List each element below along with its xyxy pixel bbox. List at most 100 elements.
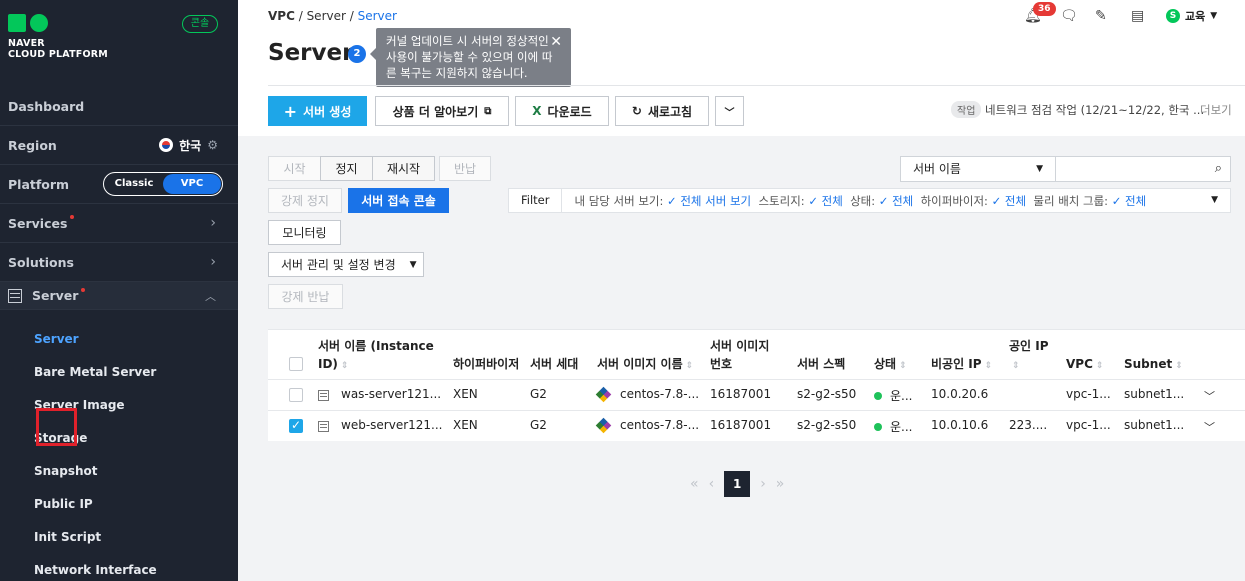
download-button[interactable]: X 다운로드	[515, 96, 609, 126]
monitoring-button[interactable]: 모니터링	[268, 220, 341, 245]
header-server-name-line2: ID)	[318, 357, 338, 371]
row-checkbox[interactable]	[289, 388, 303, 402]
cell-hypervisor: XEN	[453, 418, 478, 432]
korea-flag-icon	[159, 138, 174, 152]
more-link[interactable]: 더보기	[1200, 102, 1232, 118]
logo-line1: NAVER	[8, 38, 45, 49]
filter-bar[interactable]: Filter 내 담당 서버 보기: ✓ 전체 서버 보기 스토리지: ✓ 전체…	[508, 188, 1231, 213]
header-public-ip-label: 공인 IP	[1009, 339, 1049, 353]
header-server-name[interactable]: 서버 이름 (Instance ID) ⇕	[318, 337, 434, 375]
submenu-public-ip[interactable]: Public IP	[34, 497, 93, 511]
cell-subnet: subnet1...	[1124, 387, 1185, 401]
header-private-ip[interactable]: 비공인 IP ⇕	[931, 355, 992, 375]
chevron-down-icon[interactable]: ﹀	[1204, 419, 1215, 435]
force-return-button[interactable]: 강제 반납	[268, 284, 343, 309]
nav-dashboard[interactable]: Dashboard	[0, 87, 238, 126]
header-generation[interactable]: 서버 세대	[530, 355, 578, 373]
filter-hypervisor-value[interactable]: 전체	[1005, 194, 1026, 208]
refresh-button[interactable]: ↻ 새로고침	[615, 96, 709, 126]
caret-down-icon[interactable]: ▼	[1211, 195, 1218, 205]
edit-note-icon[interactable]: ✎	[1095, 9, 1109, 23]
region-value[interactable]: 한국	[179, 137, 201, 154]
sort-icon: ⇕	[899, 361, 907, 371]
cell-server-name[interactable]: was-server121...	[341, 387, 441, 401]
close-icon[interactable]: ✕	[550, 34, 562, 50]
platform-toggle[interactable]: Classic VPC	[103, 172, 223, 196]
prev-page-icon[interactable]: ‹	[709, 476, 715, 492]
next-page-icon[interactable]: ›	[760, 476, 766, 492]
search-input[interactable]: ⌕	[1056, 156, 1231, 182]
sort-icon: ⇕	[1012, 361, 1020, 371]
book-icon[interactable]: ▤	[1131, 9, 1145, 23]
nav-server[interactable]: Server ︿	[0, 282, 238, 310]
cell-image-name: centos-7.8-...	[620, 418, 700, 432]
submenu-init-script[interactable]: Init Script	[34, 530, 101, 544]
chevron-down-icon[interactable]: ﹀	[1204, 388, 1215, 404]
filter-owner-value[interactable]: 전체 서버 보기	[680, 194, 751, 208]
chat-icon[interactable]: 🗨︎	[1060, 9, 1078, 23]
nav-dashboard-label: Dashboard	[8, 98, 85, 114]
notice-text[interactable]: 네트워크 점검 작업 (12/21~12/22, 한국 ...	[985, 102, 1204, 118]
header-image-number-line1: 서버 이미지	[710, 339, 770, 353]
more-actions-dropdown[interactable]: ﹀	[715, 96, 744, 126]
running-status-dot	[874, 423, 882, 431]
start-button[interactable]: 시작	[268, 156, 321, 181]
user-menu[interactable]: S 교육 ▼	[1166, 8, 1217, 24]
header-image-name[interactable]: 서버 이미지 이름 ⇕	[597, 355, 693, 375]
manage-settings-dropdown[interactable]: 서버 관리 및 설정 변경 ▼	[268, 252, 424, 277]
select-all-checkbox[interactable]	[289, 357, 303, 371]
filter-status-name: 상태:	[850, 193, 876, 208]
submenu-bare-metal-server[interactable]: Bare Metal Server	[34, 365, 156, 379]
submenu-snapshot[interactable]: Snapshot	[34, 464, 98, 478]
table-row[interactable]: was-server121... XEN G2 centos-7.8-... 1…	[268, 379, 1245, 410]
return-button[interactable]: 반납	[439, 156, 491, 181]
table-row[interactable]: web-server121... XEN G2 centos-7.8-... 1…	[268, 410, 1245, 441]
platform-classic-option[interactable]: Classic	[105, 174, 163, 194]
platform-vpc-option[interactable]: VPC	[163, 174, 221, 194]
header-public-ip[interactable]: 공인 IP ⇕	[1009, 337, 1049, 375]
search-field-value: 서버 이름	[913, 162, 961, 176]
cell-spec: s2-g2-s50	[797, 387, 857, 401]
naver-cloud-logo[interactable]: NAVER CLOUD PLATFORM	[8, 14, 108, 60]
avatar: S	[1166, 9, 1180, 23]
header-vpc[interactable]: VPC ⇕	[1066, 355, 1103, 375]
filter-placement-value[interactable]: 전체	[1125, 194, 1146, 208]
header-subnet[interactable]: Subnet ⇕	[1124, 355, 1183, 375]
excel-icon: X	[532, 104, 542, 118]
cell-server-name[interactable]: web-server121...	[341, 418, 442, 432]
header-subnet-label: Subnet	[1124, 357, 1173, 371]
restart-button[interactable]: 재시작	[372, 156, 435, 181]
work-tag: 작업	[951, 101, 982, 118]
last-page-icon[interactable]: »	[776, 476, 785, 492]
stop-button[interactable]: 정지	[320, 156, 373, 181]
search-icon[interactable]: ⌕	[1215, 161, 1222, 176]
console-badge[interactable]: 콘솔	[182, 15, 218, 33]
new-indicator-dot	[70, 215, 75, 219]
search-field-select[interactable]: 서버 이름 ▼	[900, 156, 1056, 182]
create-server-button[interactable]: + 서버 생성	[268, 96, 367, 126]
header-status[interactable]: 상태 ⇕	[874, 355, 907, 375]
first-page-icon[interactable]: «	[690, 476, 699, 492]
nav-services[interactable]: Services ›	[0, 204, 238, 243]
console-access-button[interactable]: 서버 접속 콘솔	[348, 188, 449, 213]
nav-services-label: Services	[8, 215, 68, 231]
submenu-network-interface[interactable]: Network Interface	[34, 563, 157, 577]
header-image-number[interactable]: 서버 이미지 번호	[710, 337, 769, 373]
page-number-current[interactable]: 1	[724, 471, 751, 497]
force-stop-button[interactable]: 강제 정지	[268, 188, 342, 213]
check-icon: ✓	[667, 193, 681, 208]
row-checkbox[interactable]	[289, 418, 303, 433]
breadcrumb-vpc[interactable]: VPC	[268, 9, 295, 23]
selection-highlight-box	[36, 408, 77, 446]
nav-solutions[interactable]: Solutions ›	[0, 243, 238, 282]
cell-image-number: 16187001	[710, 418, 772, 432]
filter-status-value[interactable]: 전체	[892, 194, 913, 208]
header-spec[interactable]: 서버 스펙	[797, 355, 845, 373]
filter-storage-value[interactable]: 전체	[822, 194, 843, 208]
submenu-server[interactable]: Server	[34, 332, 79, 346]
cell-image-name: centos-7.8-...	[620, 387, 700, 401]
gear-icon[interactable]: ⚙	[207, 138, 218, 152]
breadcrumb-server[interactable]: Server	[307, 9, 346, 23]
header-hypervisor[interactable]: 하이퍼바이저	[453, 355, 519, 373]
learn-more-button[interactable]: 상품 더 알아보기 ⧉	[375, 96, 509, 126]
